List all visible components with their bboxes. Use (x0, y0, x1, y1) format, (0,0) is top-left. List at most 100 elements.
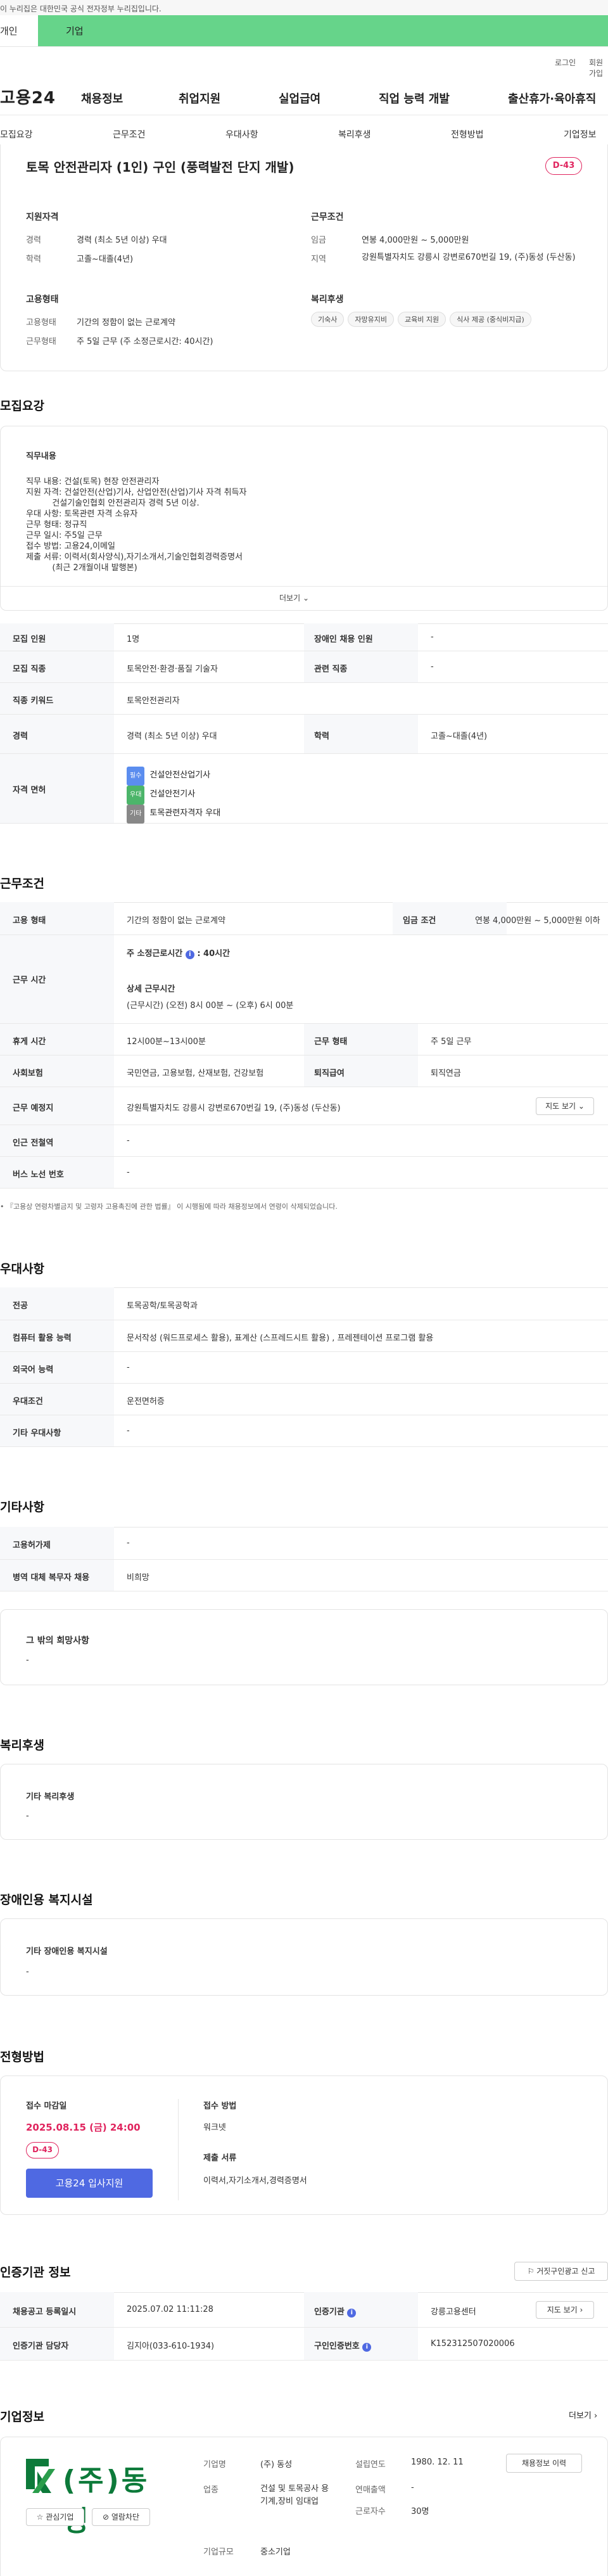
dday-badge: D-43 (545, 157, 582, 175)
info-icon[interactable]: i (347, 2309, 357, 2318)
content-line: 우대 사항: 토목관련 자격 소유자 (26, 509, 138, 519)
detail-hours-title: 상세 근무시간 (127, 985, 175, 994)
join-link[interactable]: 회원가입 (589, 57, 608, 79)
tab-selection[interactable]: 전형방법 (451, 128, 484, 141)
like-company-button[interactable]: ☆ 관심기업 (26, 2508, 84, 2526)
work-form-label: 근무 형태 (314, 1037, 348, 1047)
rest-label: 휴게 시간 (13, 1037, 46, 1047)
gov-notice-text: 이 누리집은 대한민국 공식 전자정부 누리집입니다. (0, 4, 162, 13)
company-name-label: 기업명 (203, 2460, 226, 2470)
severance-value: 퇴직연금 (431, 1069, 461, 1078)
content-line: 근무 일시: 주5일 근무 (26, 531, 103, 540)
est-value: 1980. 12. 11 (411, 2458, 464, 2467)
other-wishes-card: 그 밖의 희망사항 - (0, 1609, 608, 1685)
job-content-title: 직무내용 (26, 452, 56, 461)
related-job-label: 관련 직종 (314, 665, 348, 674)
job-label: 모집 직종 (13, 665, 46, 674)
table-row: 기타 우대사항 - (0, 1415, 608, 1447)
apply-button[interactable]: 고용24 입사지원 (26, 2169, 153, 2198)
disability-card-value: - (26, 1967, 29, 1977)
company-name-value: (주) 동성 (260, 2460, 293, 2470)
license-tag: 필수 (127, 767, 145, 786)
tab-welfare[interactable]: 복리후생 (338, 128, 371, 141)
tab-work-conditions[interactable]: 근무조건 (113, 128, 146, 141)
nav-parental-leave[interactable]: 출산휴가·육아휴직 (508, 90, 596, 106)
info-icon[interactable]: i (362, 2343, 372, 2352)
bus-label: 버스 노선 번호 (13, 1170, 64, 1180)
block-company-label: 열람차단 (111, 2513, 140, 2522)
sales-value: - (411, 2483, 414, 2492)
license-list: 필수 건설안전산업기사 우대 건설안전기사 기타 토목관련자격자 우대 (127, 767, 220, 824)
tab-company-info[interactable]: 기업정보 (564, 128, 597, 141)
related-job-value: - (431, 662, 434, 672)
bus-value: - (127, 1168, 130, 1177)
edu-label-2: 학력 (314, 732, 329, 741)
more-button[interactable]: 더보기 ⌄ (279, 592, 309, 603)
region-value: 강원특별자치도 강릉시 강변로670번길 19, (주)동성 (두산동) (362, 253, 576, 262)
report-button[interactable]: ⚐ 거짓구인광고 신고 (514, 2262, 608, 2281)
nav-unemployment-benefit[interactable]: 실업급여 (279, 90, 320, 106)
weekly-hours-value: : 40시간 (197, 949, 231, 959)
tab-company[interactable]: 기업 (38, 15, 608, 46)
nav-jobs[interactable]: 채용정보 (81, 90, 123, 106)
cert-map-button[interactable]: 지도 보기 › (536, 2301, 594, 2319)
wage-cond-value: 연봉 4,000만원 ~ 5,000만원 이하 (475, 916, 600, 926)
nav-employment-support[interactable]: 취업지원 (179, 90, 220, 106)
like-company-label: 관심기업 (46, 2513, 74, 2522)
table-row: 경력 경력 (최소 5년 이상) 우대 학력 고졸~대졸(4년) (0, 715, 608, 754)
work-time-label: 근무 시간 (13, 976, 46, 985)
welfare-heading: 복리후생 (0, 1738, 44, 1752)
recruit-heading: 모집요강 (0, 399, 44, 413)
cert-org-value: 강릉고용센터 (431, 2307, 476, 2317)
info-icon[interactable]: i (185, 950, 194, 959)
summary-card: 토목 안전관리자 (1인) 구인 (풍력발전 단지 개발) D-43 지원자격 … (0, 144, 608, 371)
emp-value: 기간의 정함이 없는 근로계약 (127, 916, 225, 926)
job-history-button[interactable]: 채용정보 이력 (506, 2454, 582, 2473)
reg-date-label: 채용공고 등록일시 (13, 2307, 77, 2317)
license-name: 건설안전산업기사 (149, 770, 211, 780)
tab-recruit[interactable]: 모집요강 (0, 128, 33, 141)
content-line: (최근 2개월이내 발행본) (26, 563, 137, 573)
license-item: 기타 토목관련자격자 우대 (127, 805, 220, 824)
license-item: 우대 건설안전기사 (127, 786, 220, 805)
nav-job-training[interactable]: 직업 능력 개발 (379, 90, 450, 106)
welfare-badges: 기숙사 자망유지비 교육비 지원 식사 제공 (중식비지급) (311, 312, 535, 327)
cert-heading: 인증기관 정보 (0, 2266, 71, 2280)
company-more-link[interactable]: 더보기 › (569, 2409, 597, 2421)
cert-no-value: K152312507020006 (431, 2339, 515, 2349)
military-label: 병역 대체 복무자 채용 (13, 1573, 90, 1583)
career-label: 경력 (26, 236, 41, 245)
keyword-label: 직종 키워드 (13, 696, 54, 706)
map-button[interactable]: 지도 보기 ⌄ (536, 1097, 594, 1115)
tab-preference[interactable]: 우대사항 (225, 128, 258, 141)
tab-person[interactable]: 개인 (0, 15, 38, 46)
company-logo-text: (주)동성 (63, 2464, 150, 2537)
career-value-2: 경력 (최소 5년 이상) 우대 (127, 732, 217, 741)
cert-org-label-text: 인증기관 (314, 2307, 345, 2317)
page: 이 누리집은 대한민국 공식 전자정부 누리집입니다. 개인 기업 로그인 회원… (0, 0, 608, 2576)
method-label: 접수 방법 (203, 2101, 237, 2111)
language-value: - (127, 1363, 130, 1372)
job-history-label: 채용정보 이력 (521, 2459, 567, 2468)
conditions-title: 근무조건 (311, 212, 344, 222)
size-label: 기업규모 (203, 2547, 234, 2557)
table-row: 병역 대체 복무자 채용 비희망 (0, 1560, 608, 1591)
company-heading: 기업정보 (0, 2410, 44, 2424)
wage-cond-label: 임금 조건 (403, 916, 436, 926)
military-value: 비희망 (127, 1573, 149, 1583)
emp-label: 고용 형태 (13, 916, 46, 926)
welfare-card: 기타 복리후생 - (0, 1764, 608, 1840)
table-row: 자격 면허 필수 건설안전산업기사 우대 건설안전기사 기타 토목관련자격자 우대 (0, 754, 608, 824)
biz-value: 건설 및 토목공사 용 기계,장비 임대업 (260, 2484, 329, 2506)
table-row: 사회보험 국민연금, 고용보험, 산재보험, 건강보험 퇴직급여 퇴직연금 (0, 1055, 608, 1087)
manager-label: 인증기관 담당자 (13, 2342, 69, 2351)
content-line: 접수 방법: 고용24,이메일 (26, 542, 115, 551)
block-company-button[interactable]: ⊘ 열람차단 (92, 2508, 150, 2526)
site-logo[interactable]: 고용24 (0, 85, 56, 108)
edu-label: 학력 (26, 255, 41, 264)
major-label: 전공 (13, 1301, 28, 1311)
welfare-badge: 식사 제공 (중식비지급) (450, 312, 531, 327)
cert-map-label: 지도 보기 (547, 2305, 578, 2314)
work-permit-value: - (127, 1538, 130, 1548)
login-link[interactable]: 로그인 (555, 57, 576, 68)
